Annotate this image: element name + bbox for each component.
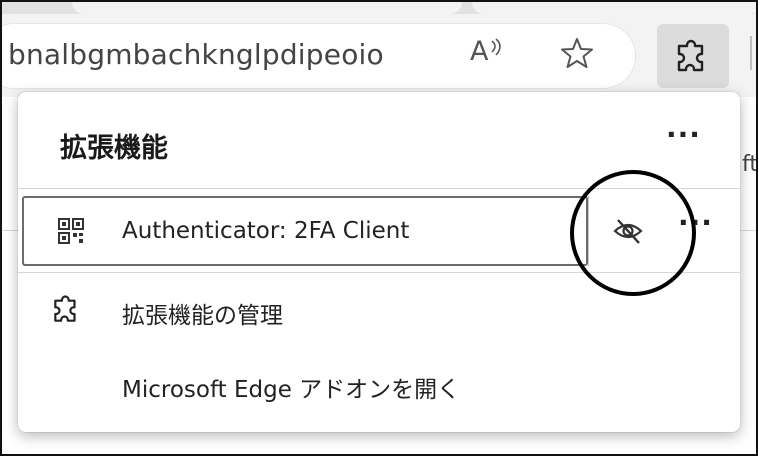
- screenshot-frame: bnalbgmbachknglpdipeoio A ft 拡張機能 ··· Au…: [0, 0, 758, 456]
- page-peek-text: ft: [742, 152, 758, 177]
- open-edge-addons-label: Microsoft Edge アドオンを開く: [122, 377, 461, 403]
- tab[interactable]: [472, 2, 756, 14]
- annotation-circle: [570, 170, 696, 296]
- popup-title: 拡張機能: [60, 133, 168, 164]
- puzzle-piece-icon: [54, 295, 76, 322]
- more-options-button[interactable]: ···: [666, 118, 701, 151]
- read-aloud-label: A: [470, 36, 489, 67]
- extension-item[interactable]: Authenticator: 2FA Client: [22, 196, 588, 266]
- star-outline-icon[interactable]: [560, 36, 594, 70]
- qr-code-icon: [58, 218, 84, 244]
- read-aloud-icon[interactable]: A: [470, 36, 505, 67]
- toolbar-separator: [750, 36, 752, 70]
- puzzle-piece-icon: [677, 39, 704, 72]
- extension-name: Authenticator: 2FA Client: [122, 218, 410, 244]
- tab[interactable]: [72, 2, 462, 14]
- url-text[interactable]: bnalbgmbachknglpdipeoio: [8, 38, 384, 71]
- manage-extensions-label: 拡張機能の管理: [122, 303, 283, 329]
- open-edge-addons-item[interactable]: Microsoft Edge アドオンを開く: [18, 350, 740, 420]
- tab-strip: [2, 2, 756, 14]
- browser-toolbar: bnalbgmbachknglpdipeoio A: [2, 2, 756, 97]
- extensions-button[interactable]: [657, 24, 729, 88]
